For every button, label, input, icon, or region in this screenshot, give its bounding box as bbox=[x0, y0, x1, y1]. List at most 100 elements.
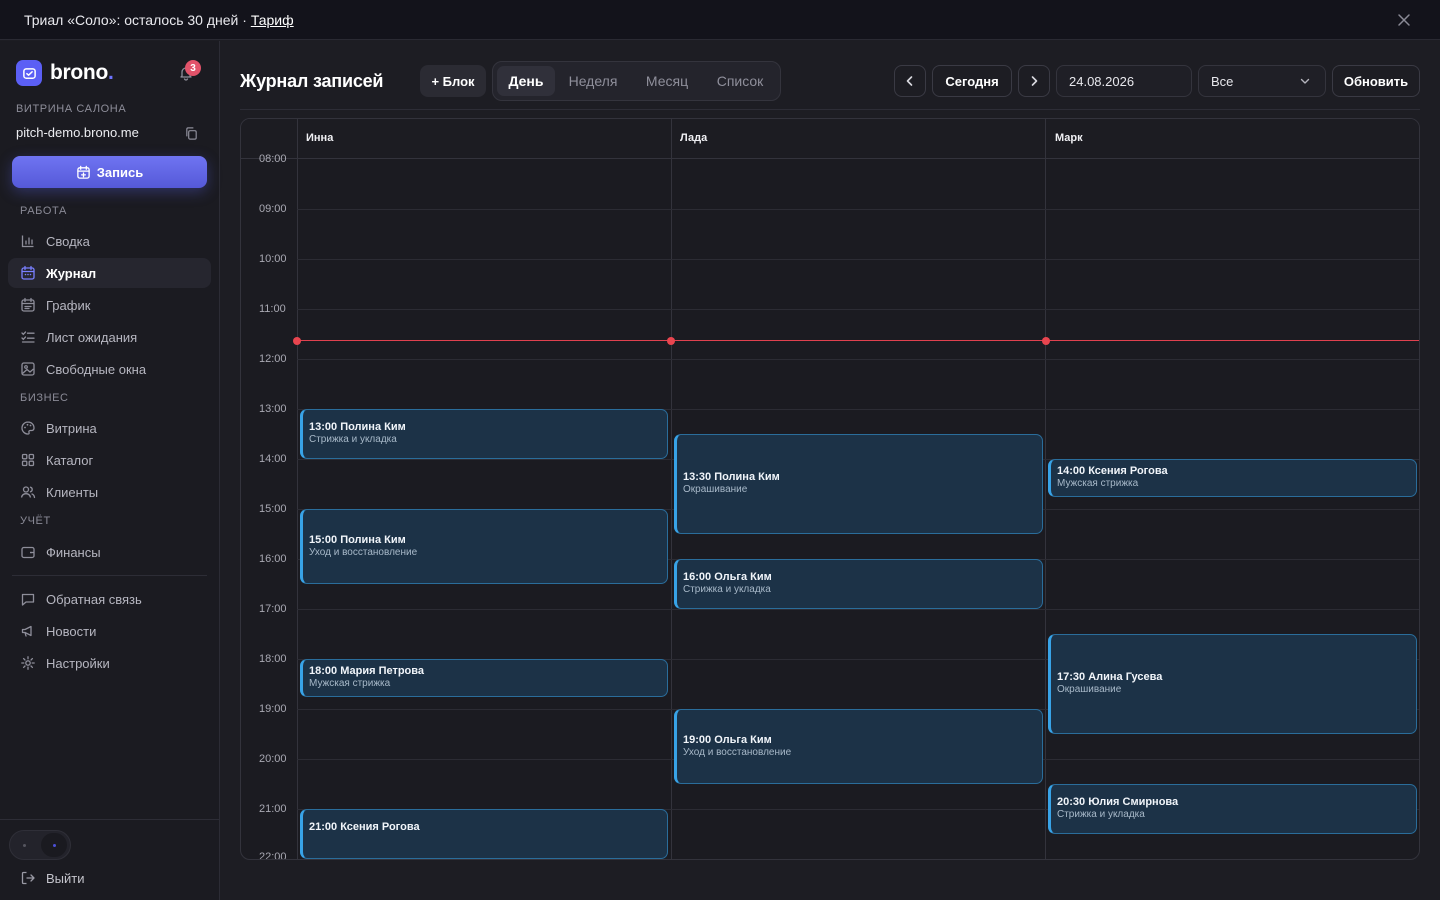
appointment-service: Окрашивание bbox=[1057, 684, 1122, 695]
appointment-card[interactable]: 18:00 Мария Петрова Мужская стрижка bbox=[300, 659, 668, 697]
nav-item-label: Журнал bbox=[46, 265, 97, 281]
appointment-service: Стрижка и укладка bbox=[309, 434, 397, 445]
nav-item-label: Сводка bbox=[46, 233, 90, 249]
nav-item-summary[interactable]: Сводка bbox=[8, 226, 211, 256]
hour-gridline bbox=[297, 259, 1419, 260]
section-business: БИЗНЕС bbox=[20, 392, 69, 404]
current-time-dot bbox=[667, 337, 675, 345]
appointment-client: Полина Ким bbox=[714, 471, 780, 483]
appointment-service: Уход и восстановление bbox=[683, 746, 792, 758]
date-field[interactable]: 24.08.2026 bbox=[1056, 65, 1192, 97]
appointment-card[interactable]: 15:00 Полина Ким Уход и восстановление bbox=[300, 509, 668, 584]
appointment-title: 14:00 Ксения Рогова bbox=[1057, 465, 1416, 477]
today-button[interactable]: Сегодня bbox=[932, 65, 1012, 97]
appointment-time: 13:00 bbox=[309, 421, 338, 433]
refresh-button[interactable]: Обновить bbox=[1332, 65, 1420, 97]
header-divider bbox=[240, 109, 1420, 110]
appointment-card[interactable]: 13:30 Полина Ким Окрашивание bbox=[674, 434, 1043, 534]
nav-item-journal[interactable]: Журнал bbox=[8, 258, 211, 288]
appointment-card[interactable]: 20:30 Юлия Смирнова Стрижка и укладка bbox=[1048, 784, 1417, 834]
appointment-client: Ксения Рогова bbox=[340, 821, 420, 833]
appointment-service: Стрижка и укладка bbox=[683, 584, 771, 595]
hour-label: 09:00 bbox=[259, 203, 287, 215]
hour-label: 11:00 bbox=[259, 303, 286, 315]
appointment-time: 16:00 bbox=[683, 571, 712, 583]
chevron-down-icon bbox=[1299, 75, 1311, 87]
appointment-service: Окрашивание bbox=[683, 484, 748, 495]
logout-icon bbox=[20, 870, 36, 886]
prev-day-button[interactable] bbox=[894, 65, 926, 97]
appointment-card[interactable]: 17:30 Алина Гусева Окрашивание bbox=[1048, 634, 1417, 734]
tab-month[interactable]: Месяц bbox=[633, 66, 701, 96]
nav-item-label: Свободные окна bbox=[46, 361, 147, 377]
staff-filter-value: Все bbox=[1211, 73, 1234, 89]
theme-toggle[interactable] bbox=[9, 830, 71, 860]
nav-item-free-slots[interactable]: Свободные окна bbox=[8, 354, 211, 384]
column-divider bbox=[1045, 119, 1046, 859]
appointment-title: 18:00 Мария Петрова bbox=[309, 665, 667, 677]
light-mode-indicator bbox=[23, 844, 26, 847]
calendar-icon bbox=[20, 265, 36, 281]
vitrina-url[interactable]: pitch-demo.brono.me bbox=[16, 125, 139, 140]
appointment-service: Мужская стрижка bbox=[309, 678, 391, 689]
section-accounting: УЧЁТ bbox=[20, 515, 51, 527]
hour-gridline bbox=[297, 859, 1420, 860]
staff-filter-select[interactable]: Все bbox=[1198, 65, 1326, 97]
add-block-button[interactable]: + Блок bbox=[420, 65, 486, 97]
tab-week[interactable]: Неделя bbox=[559, 66, 627, 96]
logout-button[interactable]: Выйти bbox=[20, 870, 85, 886]
vitrina-label: ВИТРИНА САЛОНА bbox=[16, 103, 127, 115]
sidebar-bottom-divider bbox=[0, 819, 219, 820]
next-day-button[interactable] bbox=[1018, 65, 1050, 97]
palette-icon bbox=[20, 420, 36, 436]
tab-list[interactable]: Список bbox=[705, 66, 775, 96]
users-icon bbox=[20, 484, 36, 500]
hour-label: 14:00 bbox=[259, 453, 287, 465]
appointment-card[interactable]: 21:00 Ксения Рогова bbox=[300, 809, 668, 859]
nav-item-vitrina[interactable]: Витрина bbox=[8, 413, 211, 443]
nav-item-label: Витрина bbox=[46, 420, 97, 436]
tab-day[interactable]: День bbox=[497, 66, 555, 96]
nav-item-waitlist[interactable]: Лист ожидания bbox=[8, 322, 211, 352]
appointment-card[interactable]: 16:00 Ольга Ким Стрижка и укладка bbox=[674, 559, 1043, 609]
nav-item-clients[interactable]: Клиенты bbox=[8, 477, 211, 507]
appointment-service: Стрижка и укладка bbox=[1057, 809, 1145, 820]
section-work: РАБОТА bbox=[20, 205, 67, 217]
new-appointment-button[interactable]: Запись bbox=[12, 156, 207, 188]
dark-mode-indicator bbox=[53, 844, 56, 847]
nav-item-label: Новости bbox=[46, 623, 97, 639]
nav-item-feedback[interactable]: Обратная связь bbox=[8, 584, 211, 614]
close-icon[interactable] bbox=[1396, 12, 1412, 28]
nav-item-finance[interactable]: Финансы bbox=[8, 537, 211, 567]
page-title: Журнал записей bbox=[240, 71, 384, 91]
calendar-plus-icon bbox=[76, 165, 91, 180]
hour-label: 21:00 bbox=[259, 803, 287, 815]
logo-mark-icon bbox=[16, 60, 42, 86]
nav-item-catalog[interactable]: Каталог bbox=[8, 445, 211, 475]
tariff-link[interactable]: Тариф bbox=[251, 12, 294, 28]
appointment-card[interactable]: 14:00 Ксения Рогова Мужская стрижка bbox=[1048, 459, 1417, 497]
appointment-client: Ксения Рогова bbox=[1088, 465, 1168, 477]
appointment-title: 13:00 Полина Ким bbox=[309, 421, 667, 433]
appointment-title: 13:30 Полина Ким bbox=[683, 471, 1042, 483]
copy-icon[interactable] bbox=[184, 126, 199, 141]
nav-item-schedule[interactable]: График bbox=[8, 290, 211, 320]
nav-item-settings[interactable]: Настройки bbox=[8, 648, 211, 678]
nav-item-label: Клиенты bbox=[46, 484, 99, 500]
appointment-client: Ольга Ким bbox=[714, 733, 772, 746]
brand-logo[interactable]: brono. bbox=[16, 60, 114, 86]
appointment-card[interactable]: 19:00 Ольга Ким Уход и восстановление bbox=[674, 709, 1043, 784]
appointment-client: Полина Ким bbox=[340, 421, 406, 433]
trial-banner: Триал «Соло»: осталось 30 дней · Тариф bbox=[0, 0, 1440, 40]
appointment-title: 16:00 Ольга Ким bbox=[683, 571, 1042, 583]
current-time-dot bbox=[1042, 337, 1050, 345]
nav-item-news[interactable]: Новости bbox=[8, 616, 211, 646]
current-time-dot bbox=[293, 337, 301, 345]
appointment-card[interactable]: 13:00 Полина Ким Стрижка и укладка bbox=[300, 409, 668, 459]
message-icon bbox=[20, 591, 36, 607]
brand-name-text: brono bbox=[50, 61, 108, 84]
trial-banner-text: Триал «Соло»: осталось 30 дней · Тариф bbox=[24, 12, 294, 28]
appointment-client: Юлия Смирнова bbox=[1088, 796, 1179, 808]
checklist-icon bbox=[20, 329, 36, 345]
hour-label: 17:00 bbox=[259, 603, 287, 615]
